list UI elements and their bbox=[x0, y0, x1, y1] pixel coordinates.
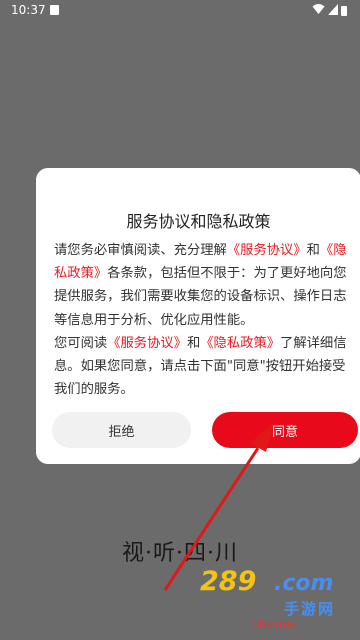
watermark-logo-subtitle: 手游网 bbox=[284, 600, 336, 618]
watermark-logo-com: .com bbox=[274, 571, 334, 596]
watermark-arrow-icon bbox=[163, 422, 274, 591]
watermark-logo-number: 289 bbox=[200, 566, 257, 597]
watermark-phpcms: phpcms bbox=[252, 617, 296, 630]
